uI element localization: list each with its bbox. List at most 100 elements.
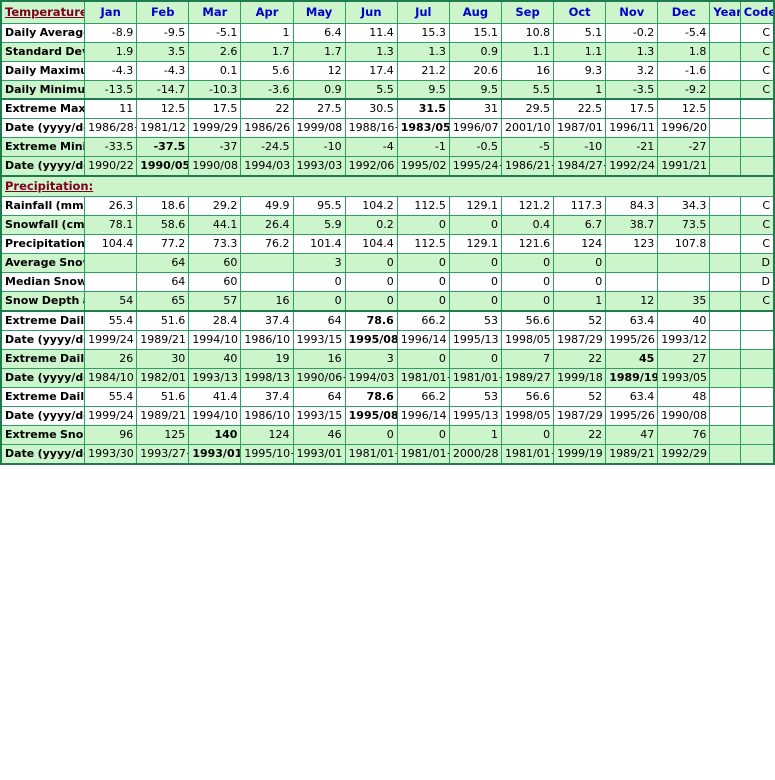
cell-median-snow-depth-jul: 0	[396, 271, 450, 292]
cell-daily-minimum-oct: 1	[553, 79, 607, 100]
cell-extreme-daily-rainfall-date-jun: 1995/08	[344, 329, 398, 350]
cell-precipitation-year	[709, 233, 741, 254]
cell-extreme-minimum-dec: -27	[657, 137, 711, 158]
cell-rainfall-apr: 49.9	[240, 195, 294, 216]
cell-extreme-minimum-aug: -0.5	[448, 137, 502, 158]
cell-daily-average-oct: 5.1	[553, 22, 607, 43]
cell-extreme-daily-snowfall-date-may: 1990/06+	[292, 367, 346, 388]
table-row: Date (yyyy/dd)1999/241989/211994/101986/…	[0, 405, 775, 426]
cell-snowfall-jul: 0	[396, 214, 450, 235]
table-row: Precipitation (mm)104.477.273.376.2101.4…	[0, 233, 775, 254]
cell-extreme-maximum-date-year	[709, 118, 741, 139]
cell-extreme-maximum-date-nov: 1996/11	[605, 118, 659, 139]
table-row: Date (yyyy/dd)1986/28+1981/121999/291986…	[0, 118, 775, 139]
cell-average-snow-depth-sep: 0	[500, 252, 555, 273]
cell-extreme-minimum-date-year	[709, 156, 741, 177]
cell-median-snow-depth-aug: 0	[448, 271, 502, 292]
cell-extreme-maximum-code	[739, 98, 775, 120]
cell-rainfall-aug: 129.1	[448, 195, 502, 216]
cell-extreme-snow-depth-feb: 125	[136, 424, 190, 445]
cell-daily-maximum-jun: 17.4	[344, 60, 398, 81]
cell-precipitation-aug: 129.1	[448, 233, 502, 254]
cell-rainfall-dec: 34.3	[657, 195, 711, 216]
cell-rainfall-code: C	[739, 195, 775, 216]
cell-precipitation-feb: 77.2	[136, 233, 190, 254]
cell-snowfall-feb: 58.6	[136, 214, 190, 235]
cell-daily-maximum-code: C	[739, 60, 775, 81]
column-header-may: May	[292, 0, 346, 24]
cell-extreme-daily-precipitation-date-nov: 1995/26	[605, 405, 659, 426]
table-row: Date (yyyy/dd)1993/301993/27+1993/011995…	[0, 443, 775, 465]
table-row: Daily Minimum (°C)-13.5-14.7-10.3-3.60.9…	[0, 79, 775, 100]
cell-extreme-daily-snowfall-date-nov: 1989/19	[605, 367, 659, 388]
cell-extreme-daily-rainfall-date-sep: 1998/05	[500, 329, 555, 350]
cell-average-snow-depth-feb: 64	[136, 252, 190, 273]
cell-extreme-maximum-oct: 22.5	[553, 98, 607, 120]
cell-snow-depth-month-end-jan: 54	[84, 290, 138, 312]
row-label-daily-minimum: Daily Minimum (°C)	[0, 79, 86, 100]
cell-extreme-minimum-nov: -21	[605, 137, 659, 158]
cell-snowfall-mar: 44.1	[188, 214, 242, 235]
cell-extreme-daily-rainfall-nov: 63.4	[605, 309, 659, 331]
cell-median-snow-depth-apr	[240, 271, 294, 292]
cell-snowfall-dec: 73.5	[657, 214, 711, 235]
cell-extreme-maximum-year	[709, 98, 741, 120]
cell-precipitation-sep: 121.6	[500, 233, 555, 254]
cell-extreme-daily-snowfall-mar: 40	[188, 348, 242, 369]
cell-extreme-minimum-date-jan: 1990/22	[84, 156, 138, 177]
cell-extreme-daily-snowfall-date-jul: 1981/01+	[396, 367, 450, 388]
cell-snow-depth-month-end-sep: 0	[500, 290, 555, 312]
cell-median-snow-depth-sep: 0	[500, 271, 555, 292]
cell-standard-deviation-mar: 2.6	[188, 41, 242, 62]
cell-rainfall-year	[709, 195, 741, 216]
cell-extreme-snow-depth-mar: 140	[188, 424, 242, 445]
cell-extreme-snow-depth-year	[709, 424, 741, 445]
row-label-extreme-daily-snowfall-date: Date (yyyy/dd)	[0, 367, 86, 388]
cell-extreme-snow-depth-dec: 76	[657, 424, 711, 445]
cell-extreme-snow-depth-date-feb: 1993/27+	[136, 443, 190, 465]
cell-average-snow-depth-year	[709, 252, 741, 273]
cell-median-snow-depth-mar: 60	[188, 271, 242, 292]
cell-standard-deviation-oct: 1.1	[553, 41, 607, 62]
cell-extreme-snow-depth-sep: 0	[500, 424, 555, 445]
cell-extreme-daily-precipitation-code	[739, 386, 775, 407]
cell-daily-average-aug: 15.1	[448, 22, 502, 43]
cell-extreme-maximum-date-oct: 1987/01	[553, 118, 607, 139]
cell-extreme-maximum-sep: 29.5	[500, 98, 555, 120]
cell-median-snow-depth-jun: 0	[344, 271, 398, 292]
cell-extreme-maximum-date-jan: 1986/28+	[84, 118, 138, 139]
cell-extreme-daily-snowfall-dec: 27	[657, 348, 711, 369]
cell-extreme-maximum-date-sep: 2001/10	[500, 118, 555, 139]
table-row: Date (yyyy/dd)1999/241989/211994/101986/…	[0, 329, 775, 350]
cell-average-snow-depth-mar: 60	[188, 252, 242, 273]
table-row: Daily Maximum (°C)-4.3-4.30.15.61217.421…	[0, 60, 775, 81]
cell-snow-depth-month-end-may: 0	[292, 290, 346, 312]
cell-extreme-minimum-code	[739, 137, 775, 158]
cell-extreme-daily-snowfall-date-code	[739, 367, 775, 388]
column-header-sep: Sep	[500, 0, 555, 24]
cell-daily-average-apr: 1	[240, 22, 294, 43]
cell-extreme-daily-snowfall-jun: 3	[344, 348, 398, 369]
row-label-daily-maximum: Daily Maximum (°C)	[0, 60, 86, 81]
cell-extreme-daily-snowfall-code	[739, 348, 775, 369]
cell-extreme-snow-depth-date-aug: 2000/28	[448, 443, 502, 465]
cell-rainfall-nov: 84.3	[605, 195, 659, 216]
cell-extreme-daily-precipitation-date-may: 1993/15	[292, 405, 346, 426]
cell-daily-minimum-apr: -3.6	[240, 79, 294, 100]
cell-extreme-daily-snowfall-feb: 30	[136, 348, 190, 369]
cell-daily-minimum-code: C	[739, 79, 775, 100]
cell-daily-average-may: 6.4	[292, 22, 346, 43]
cell-extreme-snow-depth-date-apr: 1995/10+	[240, 443, 294, 465]
cell-precipitation-code: C	[739, 233, 775, 254]
cell-precipitation-apr: 76.2	[240, 233, 294, 254]
cell-snow-depth-month-end-aug: 0	[448, 290, 502, 312]
cell-snow-depth-month-end-jul: 0	[396, 290, 450, 312]
cell-extreme-maximum-feb: 12.5	[136, 98, 190, 120]
cell-extreme-maximum-date-may: 1999/08	[292, 118, 346, 139]
column-header-nov: Nov	[605, 0, 659, 24]
cell-extreme-maximum-mar: 17.5	[188, 98, 242, 120]
cell-extreme-minimum-feb: -37.5	[136, 137, 190, 158]
cell-rainfall-may: 95.5	[292, 195, 346, 216]
cell-daily-average-code: C	[739, 22, 775, 43]
cell-extreme-daily-precipitation-aug: 53	[448, 386, 502, 407]
